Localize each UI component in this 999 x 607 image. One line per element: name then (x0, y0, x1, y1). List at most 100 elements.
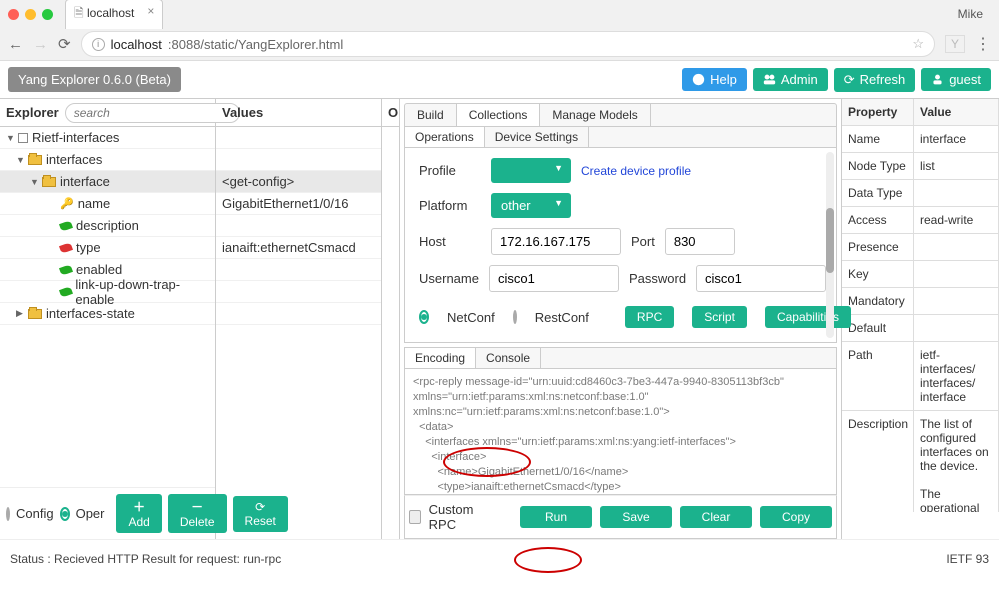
host-input[interactable] (491, 228, 621, 255)
users-icon (763, 73, 776, 86)
user-icon (931, 73, 944, 86)
save-button[interactable]: Save (600, 506, 672, 528)
tab-encoding[interactable]: Encoding (405, 348, 476, 368)
tab-build[interactable]: Build (405, 104, 457, 126)
forward-icon[interactable]: → (33, 36, 48, 53)
tree-node[interactable]: ▼interface (0, 171, 215, 193)
prop-key: Data Type (842, 180, 914, 207)
property-heading: Property (842, 99, 914, 126)
value-cell[interactable] (216, 127, 381, 149)
tab-title: localhost (87, 6, 134, 20)
create-profile-link[interactable]: Create device profile (581, 164, 691, 178)
info-icon[interactable]: i (92, 38, 105, 51)
value-cell[interactable] (216, 149, 381, 171)
tree-node[interactable]: ▼ interfaces (0, 149, 215, 171)
folder-icon (28, 155, 42, 165)
value-cell[interactable]: <get-config> (216, 171, 381, 193)
tree-twisty[interactable]: ▼ (6, 133, 16, 143)
tree-label: Rietf-interfaces (32, 130, 119, 145)
bookmark-icon[interactable]: ☆ (912, 36, 924, 52)
browser-chrome: 🗎 localhost × Mike ← → ⟳ i localhost :808… (0, 0, 999, 61)
back-icon[interactable]: ← (8, 36, 23, 53)
tab-manage-models[interactable]: Manage Models (540, 104, 650, 126)
config-label: Config (16, 506, 54, 521)
run-button[interactable]: Run (520, 506, 592, 528)
tree-label: interfaces (46, 152, 102, 167)
tree-node[interactable]: ▼ Rietf-interfaces (0, 127, 215, 149)
maximize-window-icon[interactable] (42, 9, 53, 20)
config-radio[interactable] (6, 507, 10, 521)
scrollbar[interactable] (826, 152, 834, 338)
model-tree[interactable]: ▼ Rietf-interfaces ▼ interfaces ▼interface🔑n… (0, 127, 215, 325)
prop-key: Node Type (842, 153, 914, 180)
close-window-icon[interactable] (8, 9, 19, 20)
rpc-button[interactable]: RPC (625, 306, 674, 328)
explorer-heading: Explorer (6, 105, 59, 120)
tab-console[interactable]: Console (476, 348, 541, 368)
clear-button[interactable]: Clear (680, 506, 752, 528)
password-input[interactable] (696, 265, 826, 292)
minimize-window-icon[interactable] (25, 9, 36, 20)
custom-rpc-checkbox[interactable] (409, 510, 421, 524)
browser-menu-icon[interactable]: ⋮ (975, 34, 991, 54)
reload-icon[interactable]: ⟳ (58, 35, 71, 53)
prop-key: Path (842, 342, 914, 411)
value-cell[interactable]: GigabitEthernet1/0/16 (216, 193, 381, 215)
restconf-radio[interactable] (513, 310, 517, 324)
username-input[interactable] (489, 265, 619, 292)
browser-tab[interactable]: 🗎 localhost × (65, 0, 163, 29)
window-controls[interactable] (8, 9, 53, 20)
value-cell[interactable] (216, 215, 381, 237)
explorer-search-input[interactable] (65, 103, 240, 123)
address-bar[interactable]: i localhost :8088/static/YangExplorer.htm… (81, 31, 935, 57)
y-extension-icon[interactable]: Y (945, 35, 965, 53)
close-tab-icon[interactable]: × (147, 4, 154, 18)
prop-value (914, 261, 999, 288)
tree-node[interactable]: description (0, 215, 215, 237)
tree-node[interactable]: 🔑name (0, 193, 215, 215)
platform-select[interactable]: other (491, 193, 571, 218)
tree-twisty[interactable]: ▼ (16, 155, 26, 165)
tab-operations[interactable]: Operations (405, 127, 485, 147)
value-heading: Value (914, 99, 999, 126)
capabilities-button[interactable]: Capabilities (765, 306, 851, 328)
admin-button[interactable]: Admin (753, 68, 828, 91)
tree-twisty[interactable]: ▶ (16, 308, 26, 319)
tree-twisty[interactable]: ▼ (30, 177, 40, 187)
help-button[interactable]: Help (682, 68, 747, 91)
value-cell[interactable] (216, 303, 381, 325)
explorer-panel: Explorer ▼Rietf-interfaces▼interfaces▼in… (0, 99, 216, 539)
tree-node[interactable]: link-up-down-trap-enable (0, 281, 215, 303)
rpc-output[interactable]: <rpc-reply message-id="urn:uuid:cd8460c3… (404, 369, 837, 495)
values-panel: Values <get-config>GigabitEthernet1/0/16… (216, 99, 382, 539)
refresh-button[interactable]: ⟳Refresh (834, 68, 915, 92)
app-title: Yang Explorer 0.6.0 (Beta) (8, 67, 181, 92)
value-cell[interactable] (216, 281, 381, 303)
copy-button[interactable]: Copy (760, 506, 832, 528)
url-rest: :8088/static/YangExplorer.html (168, 37, 343, 52)
main-tabs: Build Collections Manage Models (404, 103, 837, 127)
profile-select[interactable] (491, 158, 571, 183)
port-input[interactable] (665, 228, 735, 255)
tab-device-settings[interactable]: Device Settings (485, 127, 589, 147)
netconf-label: NetConf (447, 310, 495, 325)
leaf-icon (59, 264, 73, 276)
url-host: localhost (111, 37, 162, 52)
script-button[interactable]: Script (692, 306, 747, 328)
prop-key: Key (842, 261, 914, 288)
app-toolbar: Yang Explorer 0.6.0 (Beta) Help Admin ⟳R… (0, 61, 999, 98)
value-cell[interactable]: ianaift:ethernetCsmacd (216, 237, 381, 259)
add-button[interactable]: ＋ Add (116, 494, 161, 533)
tree-label: name (78, 196, 111, 211)
prop-key: Name (842, 126, 914, 153)
netconf-radio[interactable] (419, 310, 429, 324)
tree-node[interactable]: type (0, 237, 215, 259)
guest-button[interactable]: guest (921, 68, 991, 91)
center-panel: Build Collections Manage Models Operatio… (400, 99, 842, 539)
oper-radio[interactable] (60, 507, 70, 521)
value-cell[interactable] (216, 259, 381, 281)
tree-label: interfaces-state (46, 306, 135, 321)
tab-collections[interactable]: Collections (457, 104, 541, 126)
password-label: Password (629, 271, 686, 286)
user-label: Mike (958, 7, 991, 21)
